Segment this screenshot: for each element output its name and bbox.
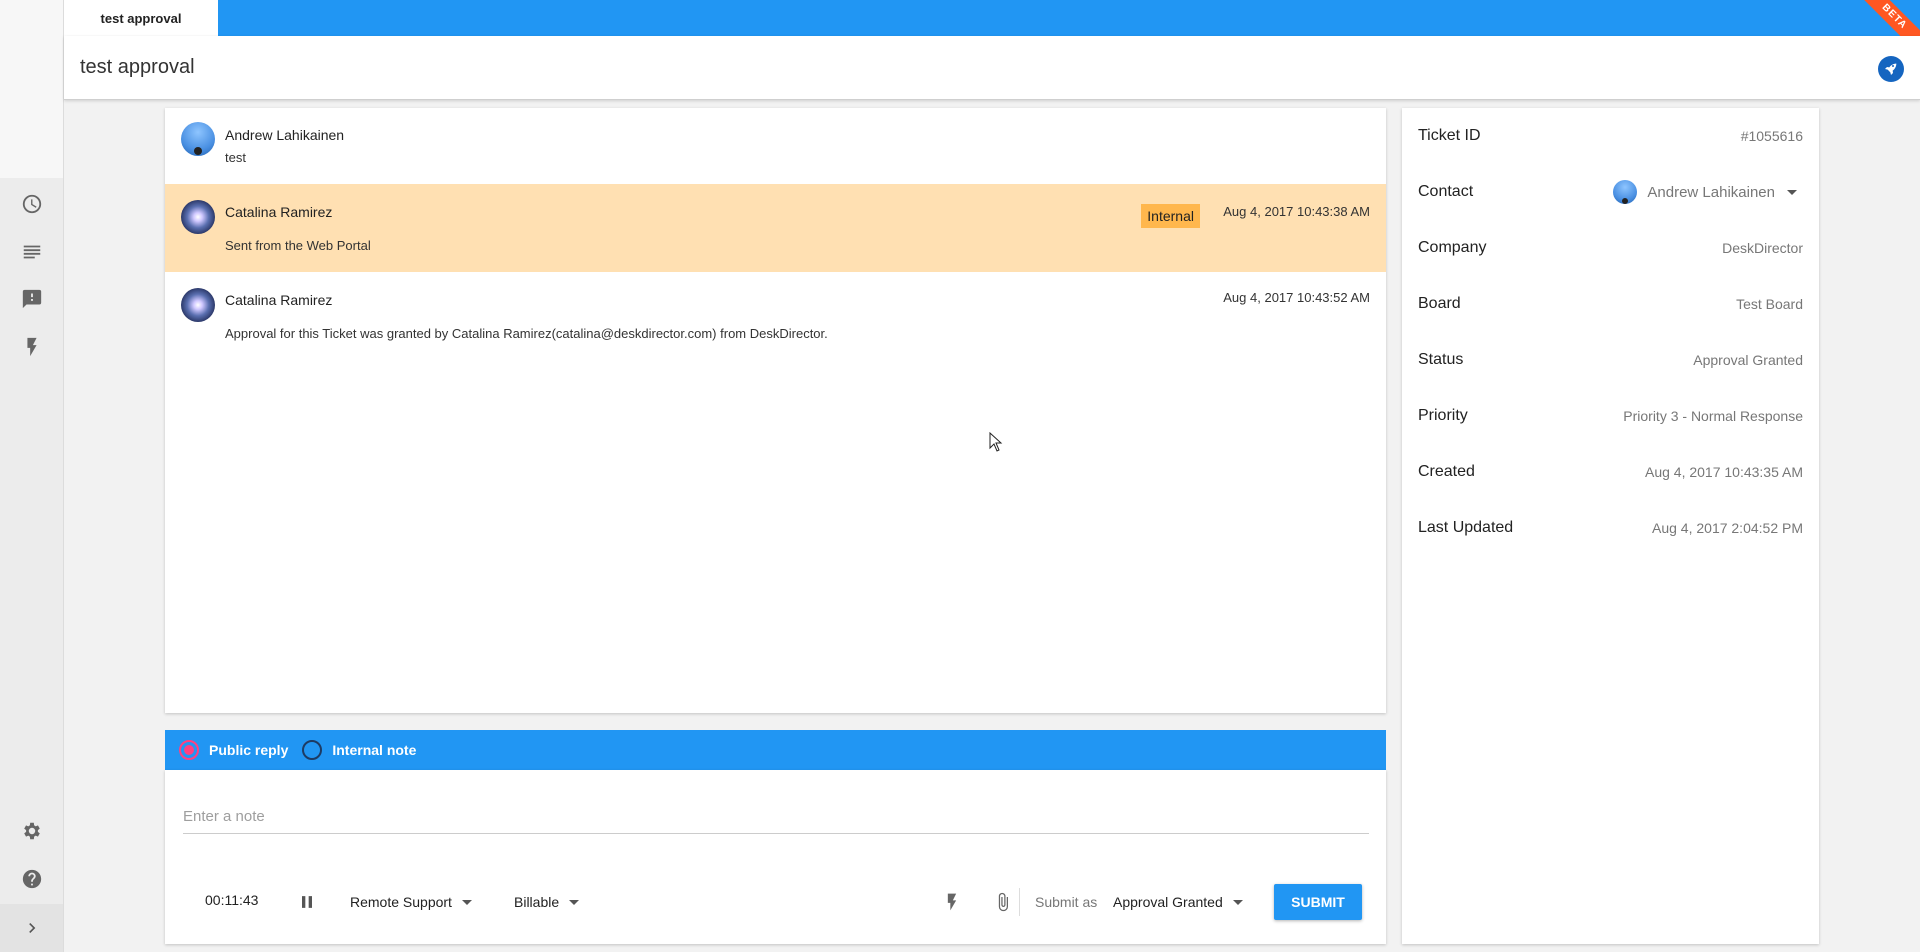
attachment-icon[interactable] xyxy=(991,890,1015,914)
nav-logo-area xyxy=(0,0,63,178)
beta-ribbon: BETA xyxy=(1856,0,1920,36)
work-type-dropdown[interactable]: Remote Support xyxy=(350,890,472,914)
flash-icon[interactable] xyxy=(940,890,964,914)
tab-test-approval[interactable]: test approval xyxy=(64,0,218,36)
internal-badge: Internal xyxy=(1141,204,1200,228)
detail-label: Status xyxy=(1418,351,1464,368)
left-nav xyxy=(0,0,64,952)
chevron-down-icon xyxy=(1232,899,1243,905)
billing-value: Billable xyxy=(514,894,560,910)
toolbar-divider xyxy=(1019,888,1020,916)
avatar xyxy=(181,122,215,156)
note-composer: 00:11:43 Remote Support Billable Submit … xyxy=(165,770,1386,944)
detail-row-board: Board Test Board xyxy=(1418,290,1803,318)
page-header: test approval xyxy=(64,36,1920,100)
detail-label: Contact xyxy=(1418,183,1474,200)
message-body: test xyxy=(225,150,246,165)
detail-label: Created xyxy=(1418,463,1475,480)
detail-value: Test Board xyxy=(1736,296,1803,312)
help-icon[interactable] xyxy=(16,863,48,895)
detail-label: Last Updated xyxy=(1418,519,1514,536)
reply-type-bar: Public reply Internal note xyxy=(165,730,1386,770)
chevron-down-icon xyxy=(569,899,580,905)
gear-icon[interactable] xyxy=(16,815,48,847)
detail-row-priority: Priority Priority 3 - Normal Response xyxy=(1418,402,1803,430)
detail-value: Priority 3 - Normal Response xyxy=(1623,408,1803,424)
detail-value: Aug 4, 2017 2:04:52 PM xyxy=(1652,520,1803,536)
message-sender: Catalina Ramirez xyxy=(225,204,333,220)
detail-value: #1055616 xyxy=(1740,128,1803,144)
detail-row-contact: Contact Andrew Lahikainen xyxy=(1418,178,1803,206)
submit-status-dropdown[interactable]: Approval Granted xyxy=(1113,890,1243,914)
detail-row-company: Company DeskDirector xyxy=(1418,234,1803,262)
detail-row-ticket-id: Ticket ID #1055616 xyxy=(1418,122,1803,150)
detail-row-last-updated: Last Updated Aug 4, 2017 2:04:52 PM xyxy=(1418,514,1803,542)
tab-strip: test approval BETA xyxy=(64,0,1920,36)
mouse-cursor-icon xyxy=(989,432,1003,452)
avatar xyxy=(1613,180,1638,204)
work-type-value: Remote Support xyxy=(350,894,452,910)
ticket-details-panel: Ticket ID #1055616 Contact Andrew Lahika… xyxy=(1402,108,1819,944)
chevron-down-icon xyxy=(461,899,472,905)
public-reply-label[interactable]: Public reply xyxy=(209,742,288,758)
detail-row-created: Created Aug 4, 2017 10:43:35 AM xyxy=(1418,458,1803,486)
internal-note-label[interactable]: Internal note xyxy=(332,742,416,758)
message-timestamp: Aug 4, 2017 10:43:52 AM xyxy=(1223,290,1370,305)
feedback-icon[interactable] xyxy=(16,283,48,315)
beta-corner: BETA xyxy=(1856,0,1920,36)
composer-toolbar: 00:11:43 Remote Support Billable Submit … xyxy=(165,884,1386,920)
pause-icon[interactable] xyxy=(295,890,319,914)
detail-label: Company xyxy=(1418,239,1487,256)
rocket-icon[interactable] xyxy=(1878,56,1904,82)
internal-note-radio[interactable] xyxy=(302,740,323,760)
detail-row-status: Status Approval Granted xyxy=(1418,346,1803,374)
detail-value: Approval Granted xyxy=(1693,352,1803,368)
chevron-down-icon xyxy=(1787,189,1797,195)
nav-expand-button[interactable] xyxy=(0,904,63,952)
detail-label: Board xyxy=(1418,295,1461,312)
submit-status-value: Approval Granted xyxy=(1113,894,1223,910)
detail-label: Priority xyxy=(1418,407,1468,424)
note-input[interactable] xyxy=(183,800,1369,834)
chevron-right-icon xyxy=(28,923,35,933)
detail-label: Ticket ID xyxy=(1418,127,1481,144)
detail-value: DeskDirector xyxy=(1722,240,1803,256)
message-sender: Andrew Lahikainen xyxy=(225,127,345,143)
flash-icon[interactable] xyxy=(16,331,48,363)
message-body: Sent from the Web Portal xyxy=(225,238,371,253)
avatar xyxy=(181,200,215,234)
avatar xyxy=(181,288,215,322)
detail-value: Aug 4, 2017 10:43:35 AM xyxy=(1644,464,1803,480)
message-item: Catalina Ramirez Aug 4, 2017 10:43:52 AM… xyxy=(165,272,1386,362)
timer-display: 00:11:43 xyxy=(205,892,259,908)
clock-icon[interactable] xyxy=(16,188,48,220)
submit-as-label: Submit as xyxy=(1035,894,1098,910)
message-body: Approval for this Ticket was granted by … xyxy=(225,326,828,341)
message-item: Andrew Lahikainen test xyxy=(165,108,1386,184)
message-item-internal: Catalina Ramirez Internal Aug 4, 2017 10… xyxy=(165,184,1386,272)
submit-button[interactable]: SUBMIT xyxy=(1274,884,1362,920)
list-icon[interactable] xyxy=(16,236,48,268)
public-reply-radio[interactable] xyxy=(179,740,199,760)
contact-dropdown[interactable]: Andrew Lahikainen xyxy=(1613,180,1803,204)
page-title: test approval xyxy=(80,56,195,78)
message-timestamp: Aug 4, 2017 10:43:38 AM xyxy=(1223,204,1370,219)
billing-dropdown[interactable]: Billable xyxy=(514,890,580,914)
conversation-panel: Andrew Lahikainen test Catalina Ramirez … xyxy=(165,108,1386,713)
message-sender: Catalina Ramirez xyxy=(225,292,333,308)
detail-value: Andrew Lahikainen xyxy=(1647,183,1775,201)
